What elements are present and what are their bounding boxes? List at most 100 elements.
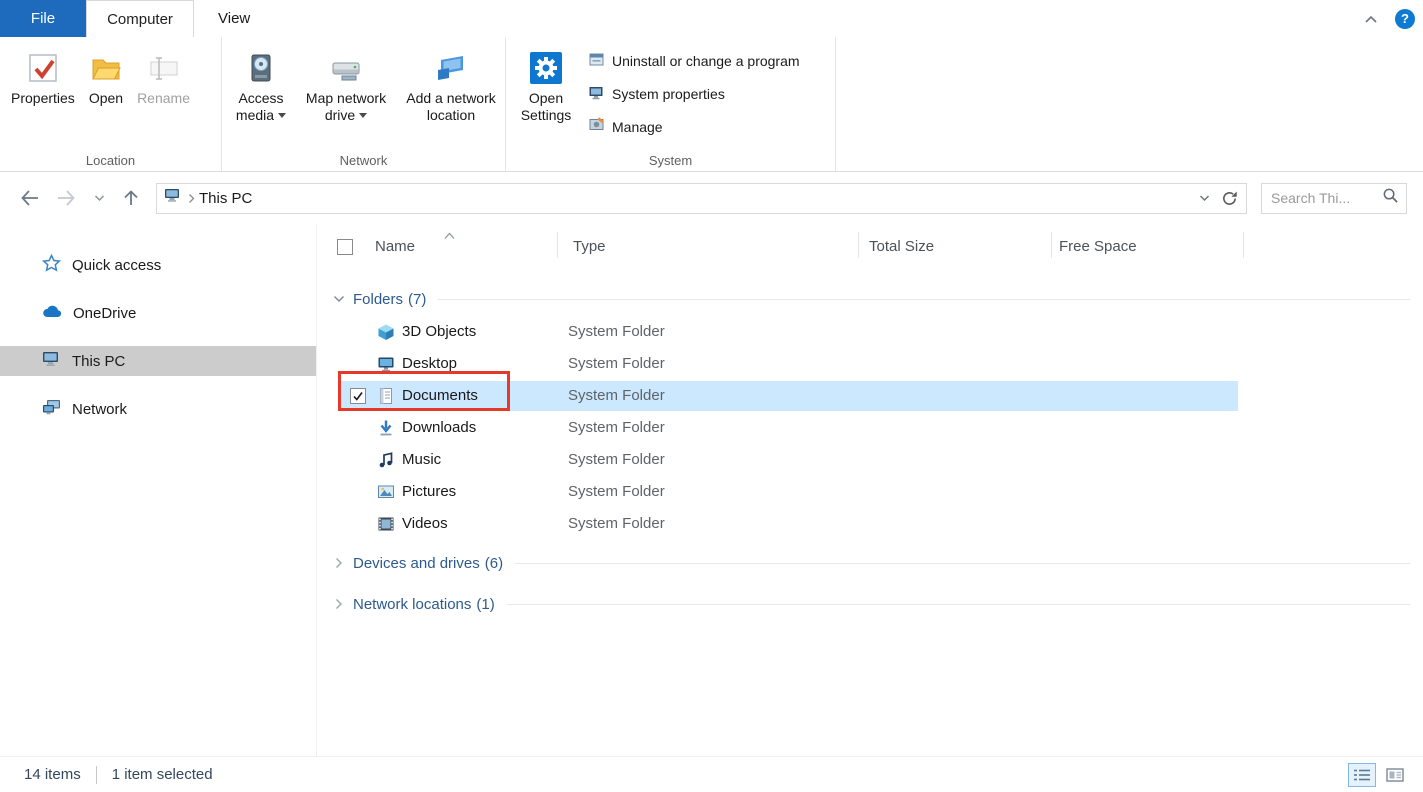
this-pc-small-icon bbox=[164, 188, 182, 208]
back-button[interactable] bbox=[16, 188, 44, 208]
item-name[interactable]: Desktop bbox=[402, 355, 457, 372]
pictures-icon bbox=[377, 483, 395, 505]
thumbnails-view-button[interactable] bbox=[1381, 763, 1409, 787]
properties-icon bbox=[27, 52, 59, 90]
item-name[interactable]: 3D Objects bbox=[402, 323, 476, 340]
file-list: Name Type Total Size Free Space Folders … bbox=[317, 224, 1423, 756]
group-divider-line bbox=[438, 299, 1410, 300]
group-header-folders[interactable]: Folders (7) bbox=[317, 282, 1423, 316]
column-divider[interactable] bbox=[858, 232, 859, 258]
sidebar-item-network[interactable]: Network bbox=[0, 394, 316, 424]
access-media-button[interactable]: Access media bbox=[226, 37, 296, 124]
group-count: (1) bbox=[476, 596, 494, 613]
column-divider[interactable] bbox=[1243, 232, 1244, 258]
item-name[interactable]: Pictures bbox=[402, 483, 456, 500]
chevron-down-icon[interactable] bbox=[332, 295, 346, 303]
tab-file[interactable]: File bbox=[0, 0, 86, 37]
group-divider-line bbox=[515, 563, 1410, 564]
uninstall-program-button[interactable]: Uninstall or change a program bbox=[588, 51, 800, 71]
row-pictures[interactable]: Pictures System Folder bbox=[317, 476, 1423, 508]
item-name[interactable]: Downloads bbox=[402, 419, 476, 436]
address-dropdown-icon[interactable] bbox=[1192, 185, 1217, 212]
item-name[interactable]: Music bbox=[402, 451, 441, 468]
address-box[interactable]: This PC bbox=[156, 183, 1247, 214]
tab-computer-label: Computer bbox=[107, 11, 173, 28]
chevron-right-icon[interactable] bbox=[332, 598, 346, 610]
sidebar-item-onedrive[interactable]: OneDrive bbox=[0, 298, 316, 328]
search-icon[interactable] bbox=[1382, 187, 1399, 209]
row-music[interactable]: Music System Folder bbox=[317, 444, 1423, 476]
address-bar: This PC bbox=[0, 172, 1423, 224]
sidebar-item-quick-access[interactable]: Quick access bbox=[0, 250, 316, 280]
tab-computer[interactable]: Computer bbox=[86, 0, 194, 37]
column-header-name[interactable]: Name bbox=[375, 238, 415, 255]
rename-label: Rename bbox=[137, 90, 190, 107]
system-properties-button[interactable]: System properties bbox=[588, 84, 800, 104]
this-pc-icon bbox=[42, 351, 61, 371]
search-input[interactable] bbox=[1269, 189, 1382, 207]
item-name[interactable]: Videos bbox=[402, 515, 448, 532]
column-header-type[interactable]: Type bbox=[573, 238, 606, 255]
add-network-location-label: Add a network location bbox=[403, 90, 499, 124]
rename-icon bbox=[148, 52, 180, 90]
items-count: 14 items bbox=[24, 766, 81, 783]
refresh-icon[interactable] bbox=[1217, 185, 1242, 212]
collapse-ribbon-icon[interactable] bbox=[1361, 11, 1381, 27]
map-network-drive-button[interactable]: Map network drive bbox=[296, 37, 396, 124]
ribbon: Properties Open Rename Location bbox=[0, 37, 1423, 172]
breadcrumb-this-pc[interactable]: This PC bbox=[199, 190, 252, 207]
add-network-location-button[interactable]: Add a network location bbox=[396, 37, 506, 124]
group-header-devices-and-drives[interactable]: Devices and drives (6) bbox=[317, 550, 1423, 576]
item-type: System Folder bbox=[568, 515, 665, 532]
videos-icon bbox=[377, 515, 395, 537]
row-3d-objects[interactable]: 3D Objects System Folder bbox=[317, 316, 1423, 348]
sort-ascending-icon bbox=[443, 227, 456, 244]
dropdown-caret-icon bbox=[278, 113, 286, 118]
help-icon[interactable]: ? bbox=[1395, 9, 1415, 29]
group-header-network-locations[interactable]: Network locations (1) bbox=[317, 591, 1423, 617]
row-videos[interactable]: Videos System Folder bbox=[317, 508, 1423, 540]
search-box[interactable] bbox=[1261, 183, 1407, 214]
tab-file-label: File bbox=[31, 10, 55, 27]
column-header-free-space[interactable]: Free Space bbox=[1059, 238, 1137, 255]
item-type: System Folder bbox=[568, 419, 665, 436]
sidebar-label-onedrive: OneDrive bbox=[73, 305, 136, 322]
selected-count: 1 item selected bbox=[112, 766, 213, 783]
open-button[interactable]: Open bbox=[82, 37, 130, 107]
group-count: (7) bbox=[408, 291, 426, 308]
item-type: System Folder bbox=[568, 355, 665, 372]
column-header-total-size[interactable]: Total Size bbox=[869, 238, 934, 255]
manage-button[interactable]: Manage bbox=[588, 117, 800, 137]
ribbon-group-network: Access media Map network drive Add a net… bbox=[222, 37, 506, 171]
quick-access-star-icon bbox=[42, 254, 61, 276]
forward-button bbox=[52, 188, 80, 208]
ribbon-empty-area bbox=[836, 37, 1423, 171]
details-view-button[interactable] bbox=[1348, 763, 1376, 787]
chevron-right-icon[interactable] bbox=[332, 557, 346, 569]
downloads-icon bbox=[377, 419, 395, 441]
tab-view-label: View bbox=[218, 10, 250, 27]
item-type: System Folder bbox=[568, 483, 665, 500]
file-explorer-window: File Computer View ? Properties Open bbox=[0, 0, 1423, 792]
add-network-location-icon bbox=[435, 52, 467, 90]
breadcrumb-chevron-icon bbox=[188, 193, 195, 204]
up-button[interactable] bbox=[118, 188, 144, 208]
column-divider[interactable] bbox=[557, 232, 558, 258]
sidebar-label-this-pc: This PC bbox=[72, 353, 125, 370]
system-properties-label: System properties bbox=[612, 86, 725, 102]
settings-gear-icon bbox=[530, 52, 562, 90]
column-divider[interactable] bbox=[1051, 232, 1052, 258]
group-label: Folders bbox=[353, 291, 403, 308]
manage-icon bbox=[588, 117, 605, 137]
open-settings-button[interactable]: Open Settings bbox=[510, 37, 582, 124]
tab-view[interactable]: View bbox=[194, 0, 274, 37]
sidebar-item-this-pc[interactable]: This PC bbox=[0, 346, 316, 376]
recent-locations-dropdown[interactable] bbox=[88, 194, 110, 202]
network-icon bbox=[42, 399, 61, 419]
uninstall-label: Uninstall or change a program bbox=[612, 53, 800, 69]
main-area: Quick access OneDrive This PC Network bbox=[0, 224, 1423, 756]
select-all-checkbox[interactable] bbox=[337, 239, 353, 255]
row-downloads[interactable]: Downloads System Folder bbox=[317, 412, 1423, 444]
open-folder-icon bbox=[90, 52, 122, 90]
properties-button[interactable]: Properties bbox=[4, 37, 82, 107]
